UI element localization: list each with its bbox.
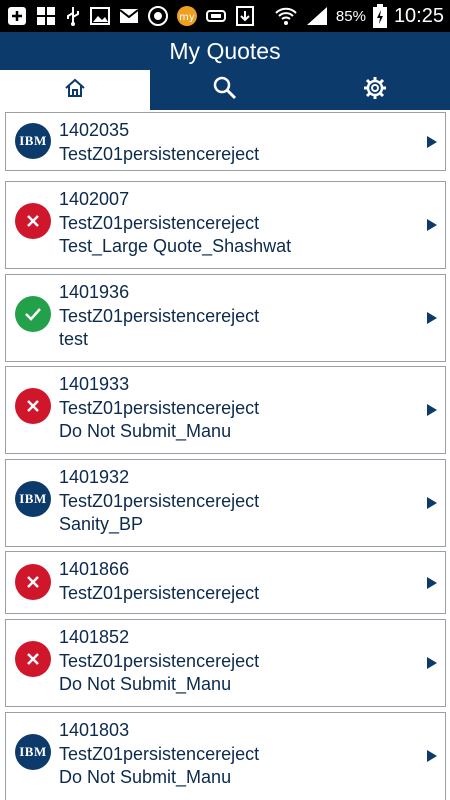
quote-name: TestZ01persistencereject	[59, 743, 260, 764]
quote-item[interactable]: 1401852 TestZ01persistencereject Do Not …	[5, 619, 446, 707]
rejected-icon	[15, 203, 51, 239]
quote-name: TestZ01persistencereject	[59, 212, 260, 233]
quote-number: 1401866	[59, 559, 130, 579]
tab-home[interactable]	[0, 70, 150, 110]
quote-number: 1401933	[59, 374, 130, 394]
tab-bar	[0, 70, 450, 110]
chevron-right-icon	[427, 219, 437, 231]
storage-icon	[205, 5, 227, 27]
quote-name: TestZ01persistencereject	[59, 582, 260, 603]
usb-icon	[64, 5, 82, 27]
battery-charging-icon	[372, 4, 387, 28]
chevron-right-icon	[427, 136, 437, 148]
quote-list[interactable]: IBM 1402035 TestZ01persistencereject 140…	[0, 110, 450, 800]
chevron-right-icon	[427, 750, 437, 762]
quote-name: TestZ01persistencereject	[59, 305, 260, 326]
rejected-icon	[15, 641, 51, 677]
download-icon	[234, 5, 256, 27]
quote-item[interactable]: IBM 1402035 TestZ01persistencereject	[5, 112, 446, 171]
status-bar-notifications: my	[6, 5, 256, 27]
rejected-icon	[15, 388, 51, 424]
quote-number: 1401936	[59, 282, 130, 302]
clock: 10:25	[393, 4, 444, 27]
app-grid-icon	[35, 5, 57, 27]
image-icon	[89, 5, 111, 27]
add-icon	[6, 5, 28, 27]
search-icon	[212, 75, 238, 106]
gmail-icon	[118, 5, 140, 27]
page-title: My Quotes	[169, 37, 281, 64]
ibm-logo-icon: IBM	[15, 481, 51, 517]
quote-name: TestZ01persistencereject	[59, 397, 260, 418]
chevron-right-icon	[427, 312, 437, 324]
quote-number: 1401932	[59, 467, 130, 487]
status-bar-system: 85% 10:25	[274, 4, 444, 28]
tab-search[interactable]	[150, 70, 300, 110]
quote-description: Sanity_BP	[59, 514, 144, 534]
chevron-right-icon	[427, 577, 437, 589]
ibm-logo-icon: IBM	[15, 734, 51, 770]
quote-description: Do Not Submit_Manu	[59, 421, 232, 441]
quote-description: Test_Large Quote_Shashwat	[59, 236, 292, 256]
quote-item[interactable]: IBM 1401803 TestZ01persistencereject Do …	[5, 712, 446, 800]
quote-name: TestZ01persistencereject	[59, 143, 260, 164]
quote-description: Do Not Submit_Manu	[59, 767, 232, 787]
approved-icon	[15, 296, 51, 332]
quote-number: 1402035	[59, 120, 130, 140]
home-icon	[63, 76, 87, 105]
quote-item[interactable]: 1401933 TestZ01persistencereject Do Not …	[5, 366, 446, 454]
quote-description: test	[59, 329, 89, 349]
quote-number: 1401803	[59, 720, 130, 740]
chevron-right-icon	[427, 657, 437, 669]
quote-name: TestZ01persistencereject	[59, 650, 260, 671]
quote-number: 1402007	[59, 189, 130, 209]
quote-name: TestZ01persistencereject	[59, 490, 260, 511]
svg-text:my: my	[179, 12, 195, 23]
signal-icon	[305, 5, 329, 27]
quote-item[interactable]: 1402007 TestZ01persistencereject Test_La…	[5, 181, 446, 269]
status-bar: my 85% 10:25	[0, 0, 450, 32]
my-app-icon: my	[176, 5, 198, 27]
quote-description: Do Not Submit_Manu	[59, 674, 232, 694]
wifi-icon	[274, 5, 298, 27]
rejected-icon	[15, 564, 51, 600]
gear-icon	[362, 75, 388, 106]
quote-item[interactable]: IBM 1401932 TestZ01persistencereject San…	[5, 459, 446, 547]
quote-item[interactable]: 1401936 TestZ01persistencereject test	[5, 274, 446, 362]
chevron-right-icon	[427, 404, 437, 416]
tab-settings[interactable]	[300, 70, 450, 110]
chevron-right-icon	[427, 497, 437, 509]
quote-item[interactable]: 1401866 TestZ01persistencereject	[5, 551, 446, 614]
ibm-logo-icon: IBM	[15, 123, 51, 159]
app-header: My Quotes	[0, 32, 450, 70]
app-icon	[147, 5, 169, 27]
quote-number: 1401852	[59, 627, 130, 647]
battery-percent: 85%	[335, 7, 366, 25]
